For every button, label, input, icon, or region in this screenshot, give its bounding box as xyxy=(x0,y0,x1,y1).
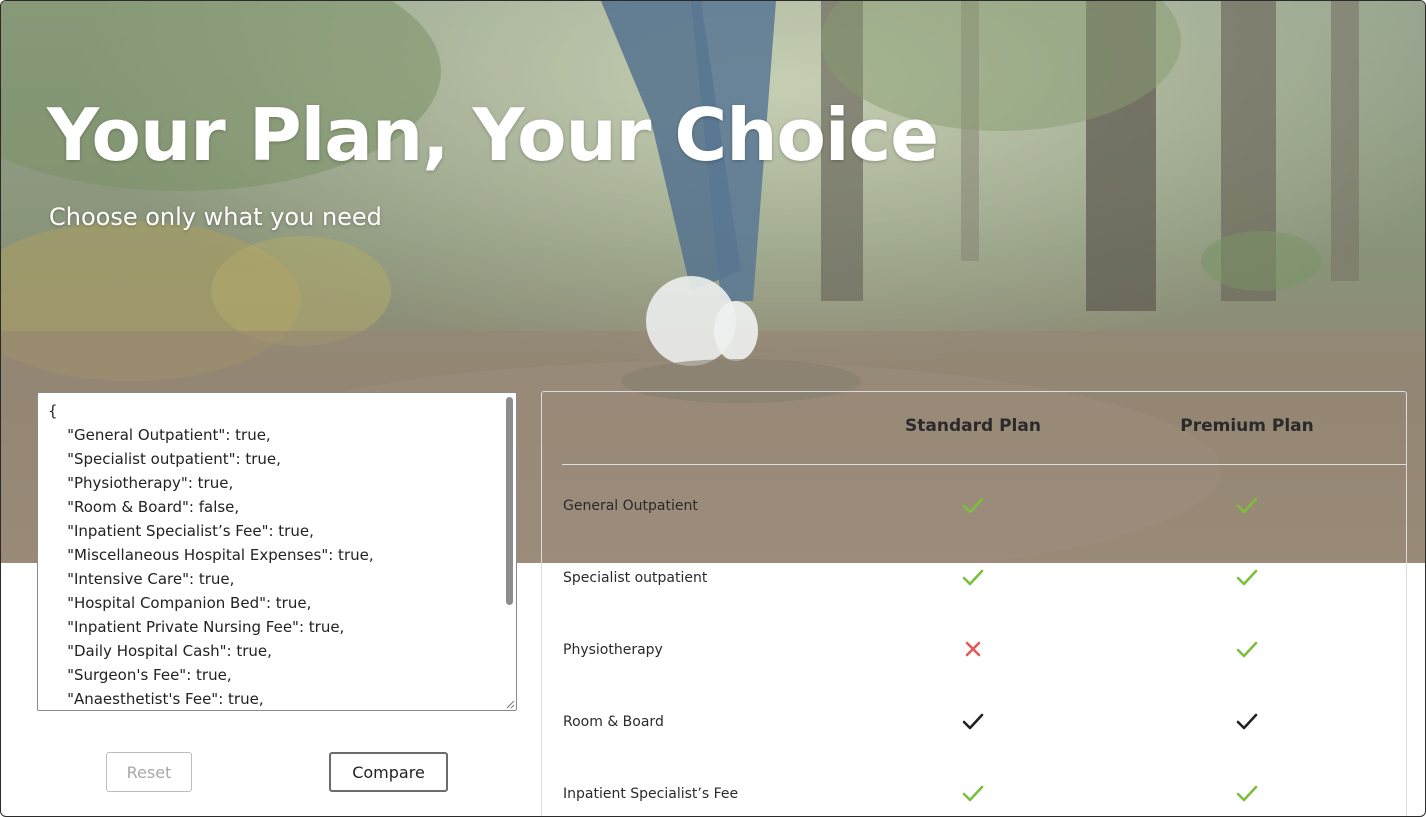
json-line: "General Outpatient": true, xyxy=(48,426,271,444)
json-line: "Surgeon's Fee": true, xyxy=(48,666,232,684)
json-line: "Intensive Care": true, xyxy=(48,570,235,588)
json-line: "Hospital Companion Bed": true, xyxy=(48,594,312,612)
json-line: "Specialist outpatient": true, xyxy=(48,450,281,468)
premium-check-icon xyxy=(1236,712,1258,732)
json-line: "Daily Hospital Cash": true, xyxy=(48,642,272,660)
standard-check-icon xyxy=(962,568,984,588)
json-text: { "General Outpatient": true, "Specialis… xyxy=(48,399,374,710)
json-line: "Inpatient Specialist’s Fee": true, xyxy=(48,522,314,540)
comparison-row: General Outpatient xyxy=(542,470,1406,542)
plan-json-textarea[interactable]: { "General Outpatient": true, "Specialis… xyxy=(37,392,517,711)
standard-cross-icon xyxy=(962,640,984,660)
comparison-header: Standard Plan Premium Plan xyxy=(542,392,1406,464)
column-standard-plan: Standard Plan xyxy=(905,416,1041,436)
benefit-label: Inpatient Specialist’s Fee xyxy=(563,786,739,802)
resize-handle-icon[interactable] xyxy=(505,699,515,709)
benefit-label: Specialist outpatient xyxy=(563,570,708,586)
premium-check-icon xyxy=(1236,496,1258,516)
reset-button[interactable]: Reset xyxy=(106,752,192,792)
comparison-row: Inpatient Specialist’s Fee xyxy=(542,758,1406,816)
benefit-label: Room & Board xyxy=(563,714,664,730)
comparison-row: Physiotherapy xyxy=(542,614,1406,686)
json-line: "Anaesthetist's Fee": true, xyxy=(48,690,264,708)
standard-check-icon xyxy=(962,784,984,804)
json-line: "Inpatient Private Nursing Fee": true, xyxy=(48,618,345,636)
hero-subtitle: Choose only what you need xyxy=(49,203,382,231)
textarea-scrollbar[interactable] xyxy=(506,397,513,605)
benefit-label: Physiotherapy xyxy=(563,642,663,658)
comparison-row: Room & Board xyxy=(542,686,1406,758)
comparison-row: Specialist outpatient xyxy=(542,542,1406,614)
premium-check-icon xyxy=(1236,568,1258,588)
premium-check-icon xyxy=(1236,640,1258,660)
json-line: "Physiotherapy": true, xyxy=(48,474,234,492)
json-line: "Room & Board": false, xyxy=(48,498,240,516)
app-frame: Your Plan, Your Choice Choose only what … xyxy=(0,0,1426,817)
premium-check-icon xyxy=(1236,784,1258,804)
hero-title: Your Plan, Your Choice xyxy=(47,93,939,177)
benefit-label: General Outpatient xyxy=(563,498,698,514)
comparison-table: Standard Plan Premium Plan General Outpa… xyxy=(541,391,1407,816)
standard-check-icon xyxy=(962,712,984,732)
column-premium-plan: Premium Plan xyxy=(1180,416,1314,436)
json-line: "Miscellaneous Hospital Expenses": true, xyxy=(48,546,374,564)
compare-button[interactable]: Compare xyxy=(329,752,448,792)
json-line: { xyxy=(48,402,58,420)
standard-check-icon xyxy=(962,496,984,516)
header-divider xyxy=(562,464,1406,465)
